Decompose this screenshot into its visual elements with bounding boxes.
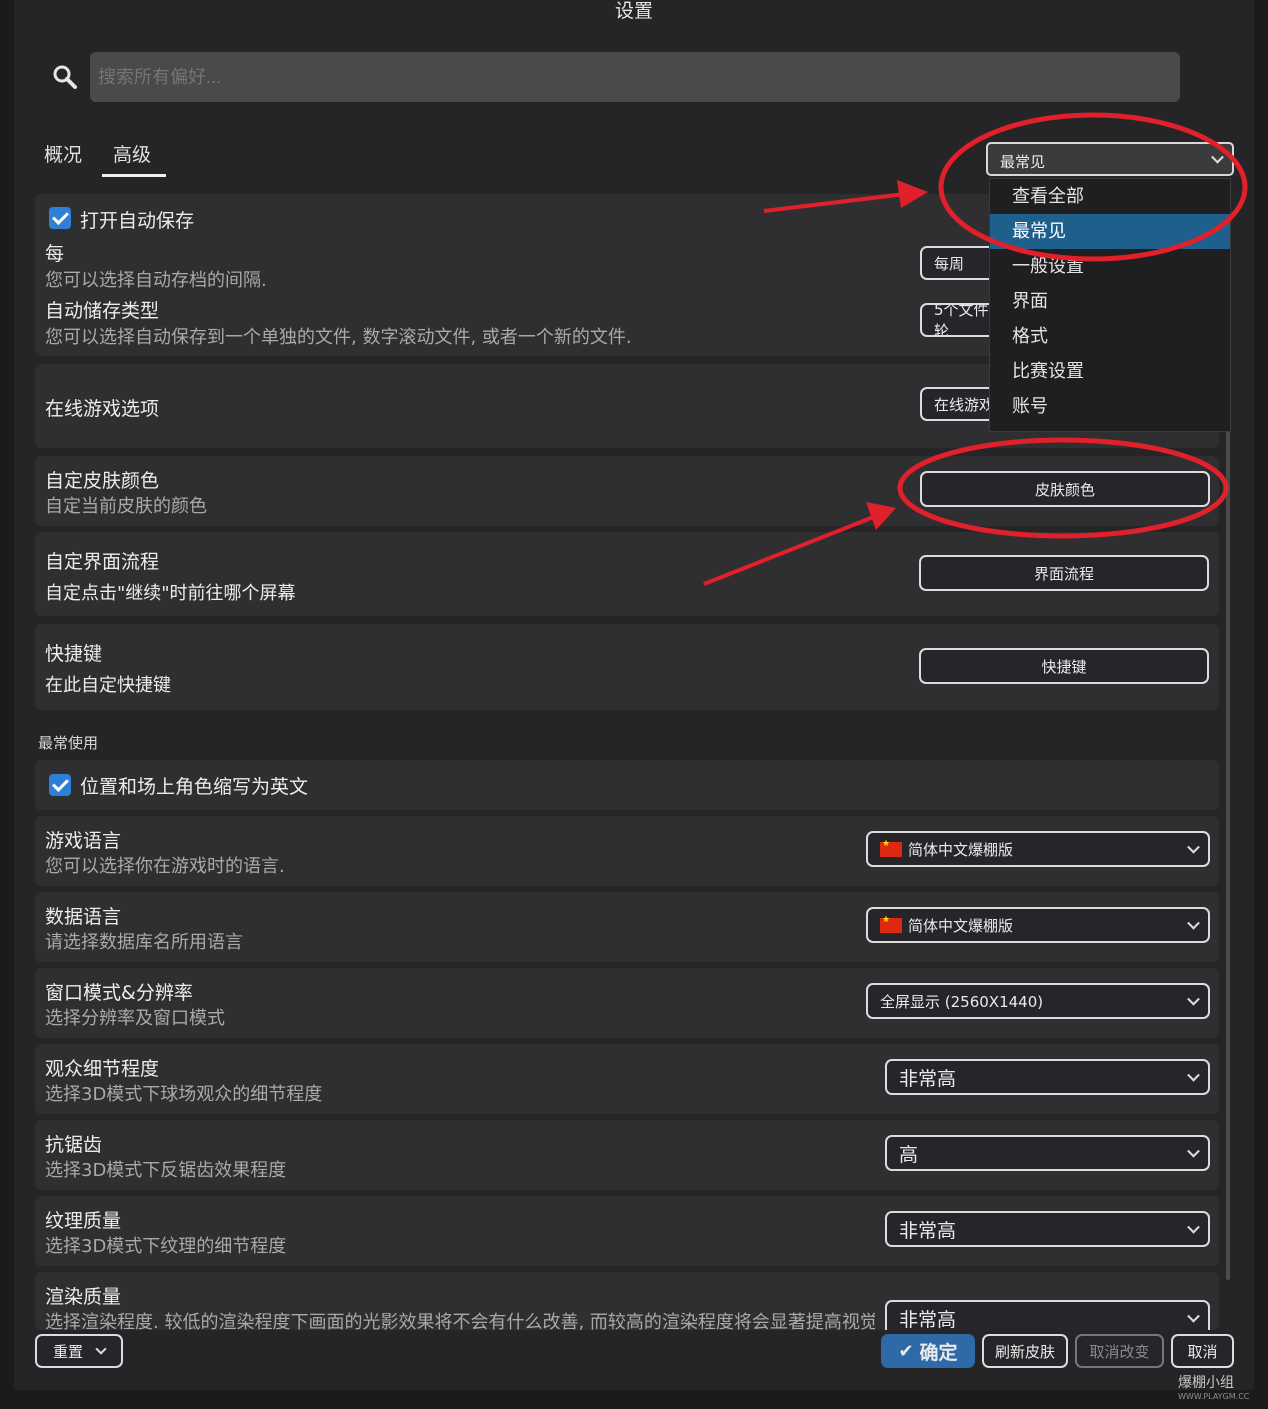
screen-flow-panel: 自定界面流程 自定点击"继续"时前往哪个屏幕 界面流程	[35, 532, 1219, 616]
autosave-label: 打开自动保存	[80, 210, 195, 232]
autosave-type-label: 自动储存类型	[45, 300, 160, 322]
autosave-interval-select[interactable]: 每周	[920, 246, 1000, 280]
filter-dropdown-menu: 查看全部 最常见 一般设置 界面 格式 比赛设置 账号	[989, 178, 1231, 432]
autosave-type-select[interactable]: 5个文件轮	[920, 303, 1000, 337]
abbrev-checkbox[interactable]	[49, 774, 71, 796]
crowd-detail-panel: 观众细节程度 选择3D模式下球场观众的细节程度 非常高	[35, 1044, 1219, 1114]
cancel-button[interactable]: 取消	[1171, 1334, 1234, 1368]
autosave-type-desc: 您可以选择自动保存到一个单独的文件, 数字滚动文件, 或者一个新的文件.	[45, 327, 632, 348]
skin-color-label: 自定皮肤颜色	[45, 470, 160, 492]
online-label: 在线游戏选项	[45, 398, 160, 420]
crowd-detail-label: 观众细节程度	[45, 1058, 160, 1080]
section-title-most-used: 最常使用	[38, 734, 99, 752]
search-icon	[53, 65, 77, 89]
hotkeys-desc: 在此自定快捷键	[45, 675, 171, 696]
anti-aliasing-desc: 选择3D模式下反锯齿效果程度	[45, 1160, 287, 1181]
filter-option-interface[interactable]: 界面	[990, 284, 1230, 319]
render-quality-desc: 选择渲染程度. 较低的渲染程度下画面的光影效果将不会有什么改善, 而较高的渲染程…	[45, 1312, 875, 1330]
texture-quality-panel: 纹理质量 选择3D模式下纹理的细节程度 非常高	[35, 1196, 1219, 1266]
chevron-down-icon	[1187, 916, 1200, 930]
chevron-down-icon	[1211, 150, 1224, 164]
skin-color-button[interactable]: 皮肤颜色	[920, 471, 1210, 507]
window-mode-panel: 窗口模式&分辨率 选择分辨率及窗口模式 全屏显示 (2560X1440)	[35, 968, 1219, 1038]
chevron-down-icon	[1187, 1309, 1200, 1323]
reset-button[interactable]: 重置	[35, 1334, 123, 1368]
autosave-checkbox[interactable]	[49, 207, 71, 229]
game-language-label: 游戏语言	[45, 830, 122, 852]
anti-aliasing-select[interactable]: 高	[885, 1135, 1210, 1171]
filter-select[interactable]: 最常见	[986, 142, 1234, 176]
confirm-button[interactable]: ✔ 确定	[881, 1334, 975, 1368]
chevron-down-icon	[1187, 840, 1200, 854]
chevron-down-icon	[1187, 1068, 1200, 1082]
render-quality-label: 渲染质量	[45, 1286, 122, 1308]
anti-aliasing-panel: 抗锯齿 选择3D模式下反锯齿效果程度 高	[35, 1120, 1219, 1190]
game-language-select[interactable]: 简体中文爆棚版	[866, 831, 1210, 867]
checkmark-icon: ✔	[898, 1340, 914, 1362]
autosave-interval-label: 每	[45, 243, 65, 265]
game-language-desc: 您可以选择你在游戏时的语言.	[45, 856, 285, 877]
chevron-down-icon	[95, 1342, 107, 1355]
render-quality-panel: 渲染质量 选择渲染程度. 较低的渲染程度下画面的光影效果将不会有什么改善, 而较…	[35, 1272, 1219, 1330]
screen-flow-desc: 自定点击"继续"时前往哪个屏幕	[45, 583, 296, 604]
crowd-detail-select[interactable]: 非常高	[885, 1059, 1210, 1095]
search-input[interactable]	[90, 52, 1180, 102]
filter-option-common[interactable]: 最常见	[990, 214, 1230, 249]
filter-select-value: 最常见	[1000, 153, 1046, 171]
render-quality-select[interactable]: 非常高	[885, 1300, 1210, 1330]
filter-option-format[interactable]: 格式	[990, 319, 1230, 354]
window-title: 设置	[614, 0, 653, 22]
filter-option-match[interactable]: 比赛设置	[990, 354, 1230, 389]
data-language-label: 数据语言	[45, 906, 122, 928]
filter-option-account[interactable]: 账号	[990, 389, 1230, 424]
screen-flow-button[interactable]: 界面流程	[919, 555, 1209, 591]
chevron-down-icon	[1187, 992, 1200, 1006]
chevron-down-icon	[1187, 1144, 1200, 1158]
window-mode-label: 窗口模式&分辨率	[45, 982, 193, 1004]
filter-option-general[interactable]: 一般设置	[990, 249, 1230, 284]
autosave-interval-desc: 您可以选择自动存档的间隔.	[45, 270, 267, 291]
china-flag-icon	[880, 915, 902, 933]
window-mode-desc: 选择分辨率及窗口模式	[45, 1008, 225, 1029]
data-language-desc: 请选择数据库名所用语言	[45, 932, 243, 953]
refresh-skin-button[interactable]: 刷新皮肤	[982, 1334, 1068, 1368]
window-mode-select[interactable]: 全屏显示 (2560X1440)	[866, 983, 1210, 1019]
skin-color-desc: 自定当前皮肤的颜色	[45, 496, 207, 517]
online-options-button[interactable]: 在线游戏	[920, 387, 1000, 421]
anti-aliasing-label: 抗锯齿	[45, 1134, 103, 1156]
texture-quality-select[interactable]: 非常高	[885, 1211, 1210, 1247]
undo-changes-button[interactable]: 取消改变	[1075, 1334, 1164, 1368]
screen-flow-label: 自定界面流程	[45, 551, 160, 573]
game-language-panel: 游戏语言 您可以选择你在游戏时的语言. 简体中文爆棚版	[35, 816, 1219, 886]
active-tab-indicator	[102, 174, 166, 177]
hotkeys-label: 快捷键	[45, 643, 103, 665]
texture-quality-label: 纹理质量	[45, 1210, 122, 1232]
crowd-detail-desc: 选择3D模式下球场观众的细节程度	[45, 1084, 323, 1105]
abbrev-label: 位置和场上角色缩写为英文	[80, 776, 309, 798]
texture-quality-desc: 选择3D模式下纹理的细节程度	[45, 1236, 287, 1257]
watermark: 爆棚小组 WWW.PLAYGM.CC	[1178, 1375, 1250, 1401]
tab-advanced[interactable]: 高级	[113, 140, 151, 167]
data-language-select[interactable]: 简体中文爆棚版	[866, 907, 1210, 943]
data-language-panel: 数据语言 请选择数据库名所用语言 简体中文爆棚版	[35, 892, 1219, 962]
chevron-down-icon	[1187, 1220, 1200, 1234]
skin-color-panel: 自定皮肤颜色 自定当前皮肤的颜色 皮肤颜色	[35, 456, 1219, 526]
china-flag-icon	[880, 839, 902, 857]
hotkeys-button[interactable]: 快捷键	[919, 648, 1209, 684]
filter-option-all[interactable]: 查看全部	[990, 179, 1230, 214]
scrollbar[interactable]	[1226, 400, 1230, 1280]
hotkeys-panel: 快捷键 在此自定快捷键 快捷键	[35, 624, 1219, 710]
tab-overview[interactable]: 概况	[44, 140, 82, 167]
abbrev-panel: 位置和场上角色缩写为英文	[35, 760, 1219, 810]
